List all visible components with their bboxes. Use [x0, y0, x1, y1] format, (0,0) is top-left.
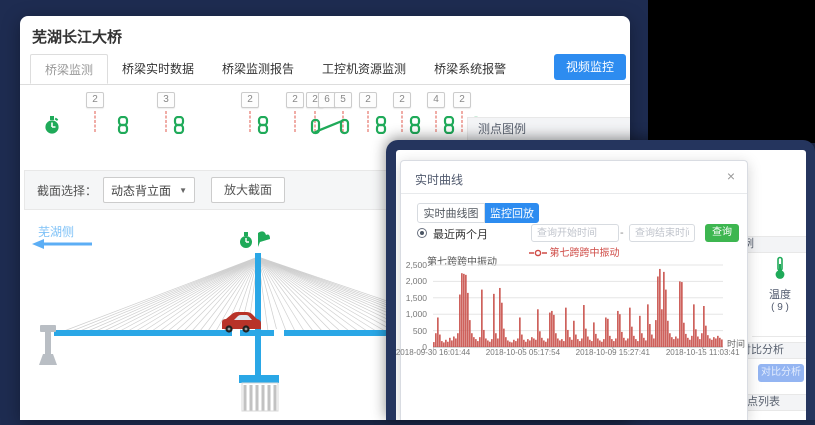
recent-two-months-label: 最近两个月 — [433, 226, 488, 242]
x-tick-label: 2018-10-05 05:17:54 — [486, 348, 560, 357]
tab-2[interactable]: 桥梁监测报告 — [208, 54, 308, 84]
enlarge-section-button[interactable]: 放大截面 — [211, 177, 285, 203]
tab-0[interactable]: 桥梁监测 — [30, 54, 108, 84]
sensor-drop-line — [402, 111, 403, 132]
sensor-drop-line — [436, 111, 437, 132]
y-tick-label: 2,500 — [406, 260, 427, 270]
temperature-label: 温度 — [758, 286, 802, 302]
video-monitor-button[interactable]: 视频监控 — [554, 54, 626, 80]
compare-analysis-button[interactable]: 对比分析 — [758, 364, 804, 382]
sensor-drop-line — [250, 111, 251, 132]
left-arrow-icon — [32, 239, 94, 249]
gauge-links-icon[interactable] — [310, 116, 350, 141]
sensor-drop-line — [95, 111, 96, 132]
front-window-content: 测点图例 温度 ( 9 ) 对比分析 对比分析 振动测点列表 实时曲线 × 实时… — [396, 150, 806, 420]
recent-two-months-radio[interactable] — [417, 228, 427, 238]
black-background-patch — [648, 0, 815, 143]
bridge-piles — [245, 385, 275, 411]
legend-panel-header: 测点图例 — [467, 117, 630, 142]
main-tabbar: 桥梁监测桥梁实时数据桥梁监测报告工控机资源监测桥梁系统报警 — [20, 54, 630, 85]
stopwatch-icon[interactable] — [44, 116, 60, 140]
sensor-count-badge[interactable]: 2 — [286, 92, 304, 108]
legend-label: 第七跨跨中振动 — [550, 248, 620, 259]
chart-x-axis-name: 时间 — [727, 337, 745, 350]
tab-3[interactable]: 工控机资源监测 — [308, 54, 420, 84]
sensor-count-badge[interactable]: 2 — [393, 92, 411, 108]
temperature-count: ( 9 ) — [758, 302, 802, 313]
query-start-time-input[interactable] — [531, 224, 619, 242]
sensor-count-badge[interactable]: 2 — [359, 92, 377, 108]
sensor-drop-line — [462, 111, 463, 132]
section-select-label: 截面选择： — [37, 182, 97, 199]
sensor-count-badge[interactable]: 2 — [241, 92, 259, 108]
link-icon[interactable] — [409, 116, 422, 139]
legend-marker-icon — [529, 249, 547, 257]
front-browser-window: 测点图例 温度 ( 9 ) 对比分析 对比分析 振动测点列表 实时曲线 × 实时… — [386, 140, 815, 420]
tab-monitor-playback[interactable]: 监控回放 — [485, 203, 539, 223]
realtime-curve-modal: 实时曲线 × 实时曲线图 监控回放 最近两个月 - 查询 第七跨跨中振动 第七跨… — [400, 160, 748, 420]
x-tick-label: 2018-10-09 15:27:41 — [576, 348, 650, 357]
page-title: 芜湖长江大桥 — [32, 26, 122, 47]
tab-1[interactable]: 桥梁实时数据 — [108, 54, 208, 84]
sensor-count-badge[interactable]: 4 — [427, 92, 445, 108]
bridge-abutment — [39, 325, 57, 365]
y-tick-label: 500 — [413, 326, 427, 336]
query-end-time-input[interactable] — [629, 224, 695, 242]
query-button[interactable]: 查询 — [705, 224, 739, 242]
link-icon[interactable] — [257, 116, 270, 139]
modal-header: 实时曲线 × — [401, 161, 747, 194]
sensor-drop-line — [368, 111, 369, 132]
link-icon[interactable] — [443, 116, 456, 139]
chevron-down-icon: ▼ — [179, 186, 187, 195]
pylon-top-sensor-icons[interactable] — [240, 231, 270, 248]
y-tick-label: 1,500 — [406, 293, 427, 303]
sensor-drop-line — [166, 111, 167, 132]
section-select-dropdown[interactable]: 动态背立面 ▼ — [103, 177, 195, 203]
chart-x-axis-labels: 2018-09-30 16:01:442018-10-05 05:17:5420… — [433, 348, 723, 358]
bridge-pylon — [255, 253, 261, 379]
tab-realtime-curve[interactable]: 实时曲线图 — [417, 203, 485, 223]
y-tick-label: 1,000 — [406, 309, 427, 319]
thermometer-icon — [773, 256, 787, 280]
section-select-value: 动态背立面 — [111, 182, 171, 199]
sensor-count-badge[interactable]: 5 — [334, 92, 352, 108]
sensor-drop-line — [295, 111, 296, 132]
close-icon[interactable]: × — [727, 169, 735, 183]
y-tick-label: 2,000 — [406, 276, 427, 286]
sensor-count-badge[interactable]: 3 — [157, 92, 175, 108]
vibration-chart — [433, 263, 725, 349]
modal-title: 实时曲线 — [415, 171, 463, 188]
date-range-separator: - — [620, 227, 624, 239]
link-icon[interactable] — [117, 116, 130, 139]
temperature-legend-item[interactable]: 温度 ( 9 ) — [758, 256, 802, 313]
sensor-count-badge[interactable]: 2 — [453, 92, 471, 108]
chart-y-axis-labels: 05001,0001,5002,0002,500 — [401, 263, 429, 347]
link-icon[interactable] — [173, 116, 186, 139]
tab-4[interactable]: 桥梁系统报警 — [420, 54, 520, 84]
bridge-side-label: 芜湖侧 — [38, 223, 74, 240]
sensor-count-badge[interactable]: 2 — [86, 92, 104, 108]
link-icon[interactable] — [375, 116, 388, 139]
x-tick-label: 2018-09-30 16:01:44 — [396, 348, 470, 357]
divider — [752, 336, 806, 337]
